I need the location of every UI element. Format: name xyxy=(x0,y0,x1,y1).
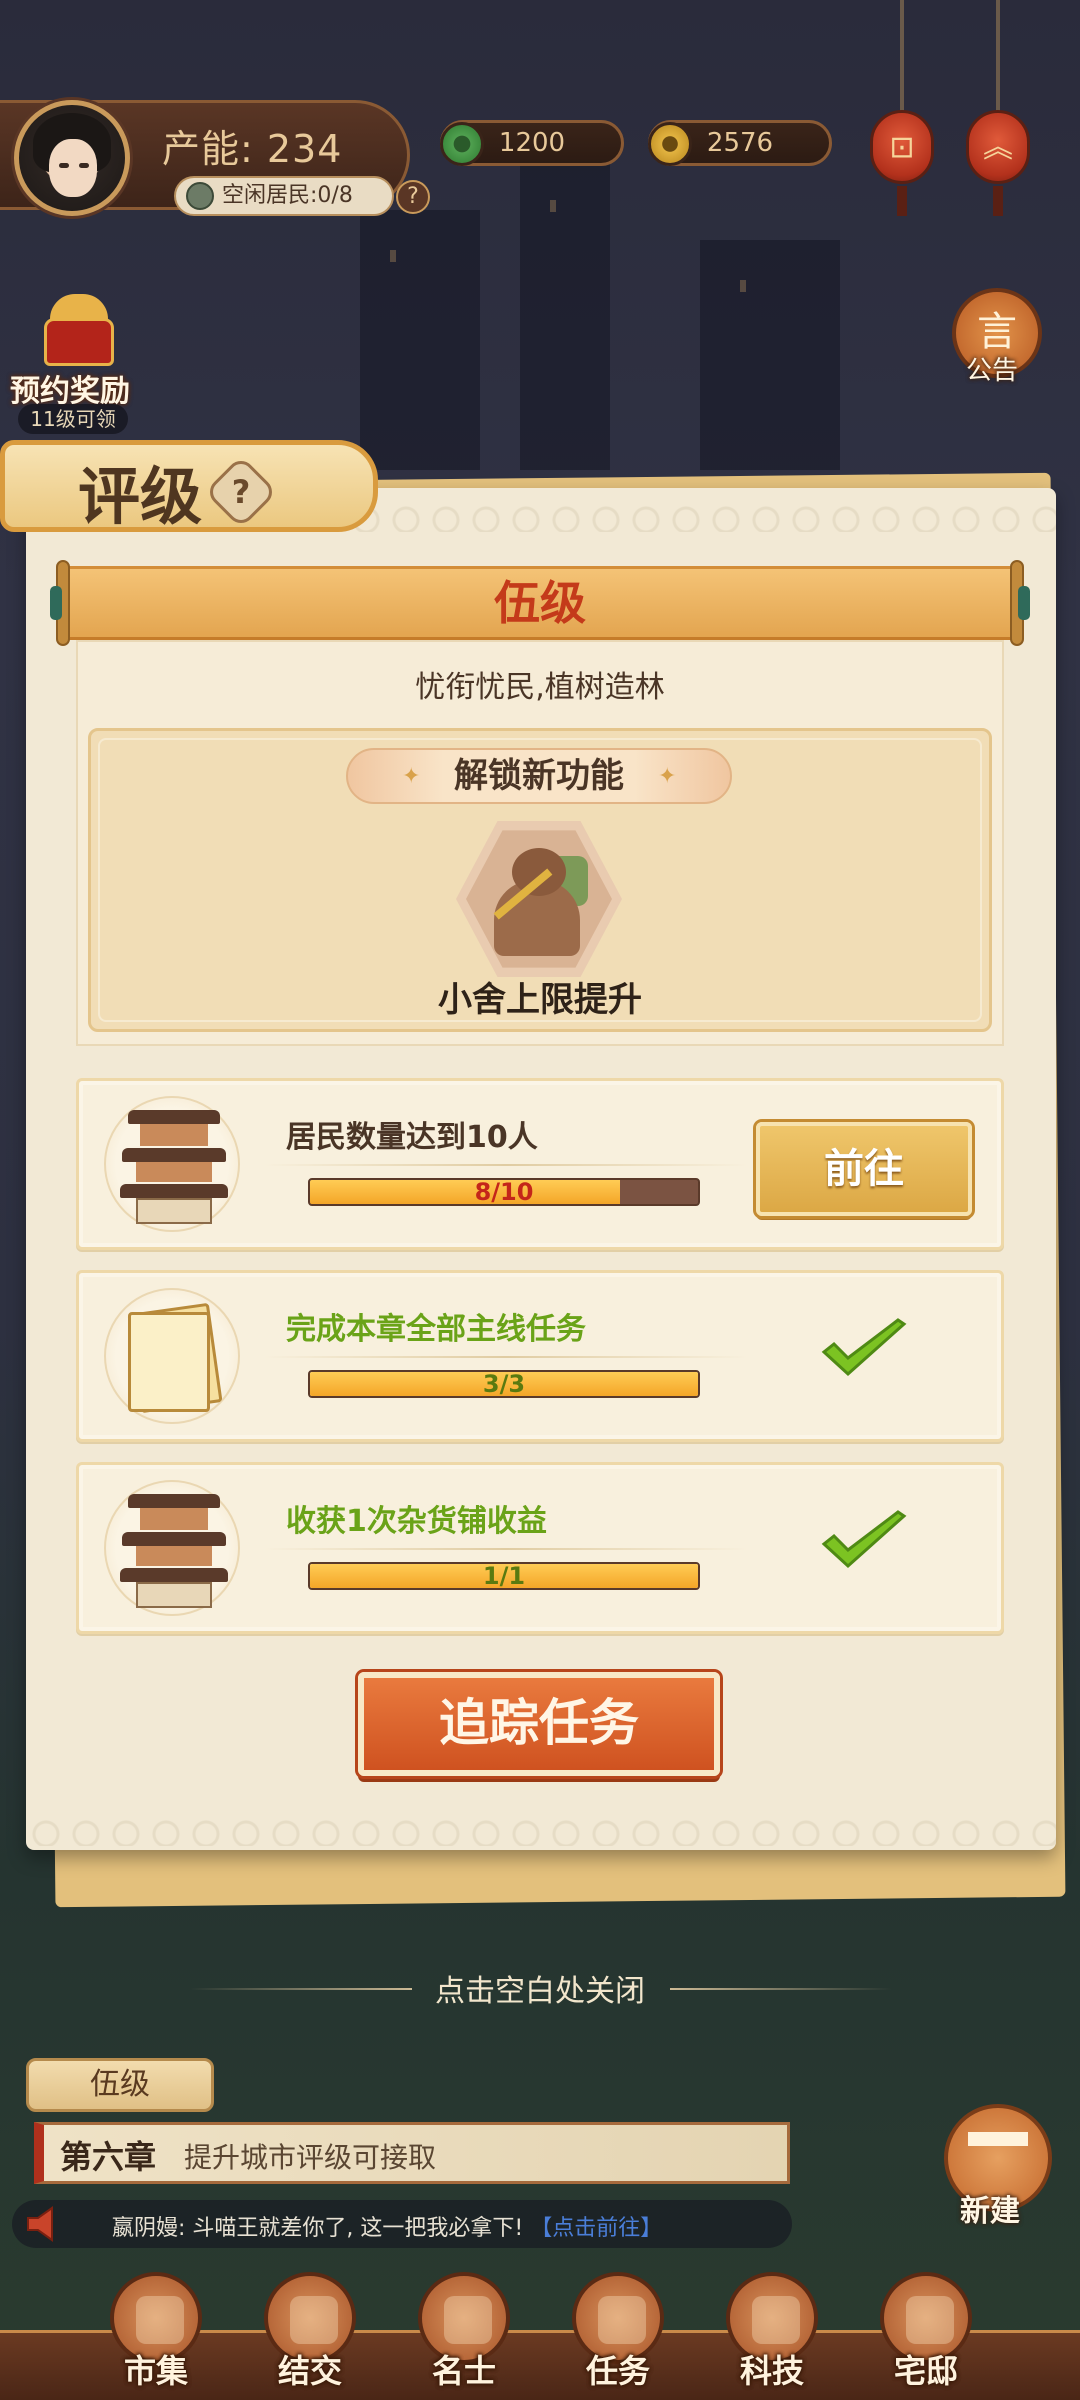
task-description: 居民数量达到10人 xyxy=(286,1120,538,1155)
build-house-icon xyxy=(968,2132,1028,2182)
nav-label: 宅邸 xyxy=(893,2352,958,2390)
background-building xyxy=(520,150,610,470)
go-button[interactable]: 前往 xyxy=(756,1122,972,1216)
nav-befriend[interactable]: 结交 xyxy=(260,2272,360,2400)
lantern-tassel xyxy=(897,186,907,216)
pavilion-icon xyxy=(104,1096,240,1232)
nav-mansion[interactable]: 宅邸 xyxy=(876,2272,976,2400)
chapter-name: 第六章 xyxy=(60,2138,157,2176)
scroll-cap-right xyxy=(1018,586,1030,620)
ticker-link[interactable]: 【点击前往】 xyxy=(530,2216,662,2241)
window-light xyxy=(740,280,746,292)
task-description: 收获1次杂货铺收益 xyxy=(286,1504,547,1539)
jade-coin-icon xyxy=(440,122,484,166)
nav-label: 结交 xyxy=(277,2352,342,2390)
unlocked-feature-name: 小舍上限提升 xyxy=(438,980,642,1020)
sparkle-icon: ✦ xyxy=(658,764,677,789)
window-light xyxy=(390,250,396,262)
lantern-button-left[interactable]: ⊡ xyxy=(870,110,934,184)
task-progress-text: 3/3 xyxy=(482,1370,526,1398)
pavilion-icon xyxy=(104,1480,240,1616)
lantern-mail-icon: ⊡ xyxy=(889,130,915,165)
gold-coin-icon xyxy=(648,122,692,166)
worker-hat xyxy=(512,848,566,896)
announcement-icon: 言 xyxy=(977,309,1017,355)
task-progress-text: 8/10 xyxy=(474,1178,534,1206)
ticker-message-text: 嬴阴嫚: 斗喵王就差你了, 这一把我必拿下! xyxy=(112,2216,524,2241)
sparkle-icon: ✦ xyxy=(402,764,421,789)
lantern-tassel xyxy=(993,186,1003,216)
panel-pattern-bottom xyxy=(26,1806,1056,1846)
speaker-icon xyxy=(27,2206,53,2242)
nav-label: 市集 xyxy=(123,2352,188,2390)
ticker-message: 嬴阴嫚: 斗喵王就差你了, 这一把我必拿下! 【点击前往】 xyxy=(112,2210,662,2242)
player-avatar[interactable] xyxy=(14,100,130,216)
question-icon: ? xyxy=(231,473,251,511)
nav-tech[interactable]: 科技 xyxy=(722,2272,822,2400)
reserve-reward-button[interactable] xyxy=(30,280,126,376)
gold-coin-value: 2576 xyxy=(706,128,774,158)
rating-title: 评级 xyxy=(78,460,203,533)
nav-market[interactable]: 市集 xyxy=(106,2272,206,2400)
window-light xyxy=(550,200,556,212)
background-building xyxy=(360,210,480,470)
chapter-hint: 提升城市评级可接取 xyxy=(184,2141,437,2174)
nav-notables[interactable]: 名士 xyxy=(414,2272,514,2400)
nav-tasks[interactable]: 任务 xyxy=(568,2272,668,2400)
nav-label: 科技 xyxy=(739,2352,804,2390)
lantern-chevron-up-icon: ︽ xyxy=(983,130,1013,165)
checkmark-icon xyxy=(821,1318,907,1377)
task-progress-text: 1/1 xyxy=(482,1562,526,1590)
nav-label: 任务 xyxy=(585,2352,650,2390)
announcement-label: 公告 xyxy=(966,356,1019,386)
lantern-button-right[interactable]: ︽ xyxy=(966,110,1030,184)
task-divider xyxy=(264,1548,748,1550)
level-name: 伍级 xyxy=(494,576,586,630)
task-divider xyxy=(264,1164,748,1166)
capacity-value: 产能: 234 xyxy=(162,127,343,171)
lantern-string xyxy=(900,0,904,112)
checkmark-icon xyxy=(821,1510,907,1569)
close-hint[interactable]: 点击空白处关闭 xyxy=(0,1966,1080,2010)
document-icon xyxy=(104,1288,240,1424)
treasure-chest-icon xyxy=(44,318,114,366)
new-build-label: 新建 xyxy=(960,2194,1020,2229)
background-building xyxy=(700,240,840,470)
level-motto: 忧衔忧民,植树造林 xyxy=(415,670,665,705)
city-rank-tag[interactable]: 伍级 xyxy=(26,2058,214,2112)
scroll-cap-left xyxy=(50,586,62,620)
task-description: 完成本章全部主线任务 xyxy=(286,1312,586,1347)
reserve-reward-sublabel: 11级可领 xyxy=(18,404,128,434)
task-divider xyxy=(264,1356,748,1358)
idle-residents-help-button[interactable]: ? xyxy=(396,180,430,214)
nav-label: 名士 xyxy=(431,2352,496,2390)
track-task-button[interactable]: 追踪任务 xyxy=(358,1672,720,1776)
jade-coin-value: 1200 xyxy=(498,128,566,158)
lantern-string xyxy=(996,0,1000,112)
resident-icon xyxy=(186,182,214,210)
